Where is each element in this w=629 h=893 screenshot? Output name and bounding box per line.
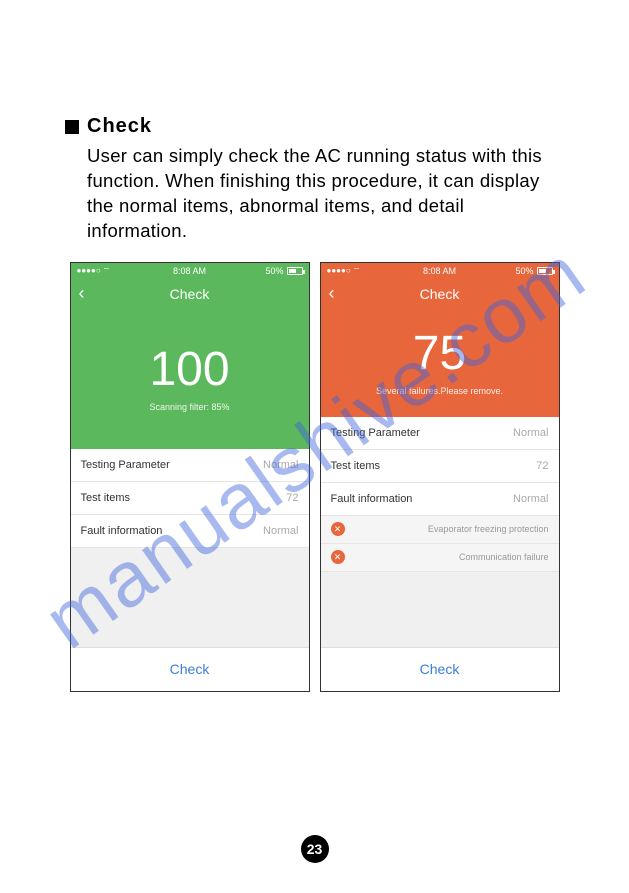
status-bar: ●●●●○ ⌔ 8:08 AM 50% bbox=[321, 263, 559, 279]
phone-screenshots: ●●●●○ ⌔ 8:08 AM 50% ‹ Check 100 Scanning… bbox=[65, 262, 564, 692]
description-text: User can simply check the AC running sta… bbox=[87, 144, 564, 244]
fault-item[interactable]: ✕ Evaporator freezing protection bbox=[321, 516, 559, 544]
row-value: 72 bbox=[286, 492, 298, 504]
hero-subtitle: Scanning filter: 85% bbox=[149, 402, 229, 412]
row-value: 72 bbox=[536, 460, 548, 472]
back-icon[interactable]: ‹ bbox=[79, 283, 85, 304]
battery-icon bbox=[287, 267, 303, 275]
check-button[interactable]: Check bbox=[321, 647, 559, 691]
fault-text: Evaporator freezing protection bbox=[353, 524, 549, 534]
list-item[interactable]: Fault information Normal bbox=[71, 515, 309, 548]
row-value: Normal bbox=[513, 493, 548, 505]
check-button[interactable]: Check bbox=[71, 647, 309, 691]
hero-section: 75 Several failures.Please remove. bbox=[321, 309, 559, 417]
row-label: Testing Parameter bbox=[331, 427, 420, 439]
nav-bar: ‹ Check bbox=[71, 279, 309, 309]
status-bar: ●●●●○ ⌔ 8:08 AM 50% bbox=[71, 263, 309, 279]
page-number: 23 bbox=[301, 835, 329, 863]
back-icon[interactable]: ‹ bbox=[329, 283, 335, 304]
row-label: Fault information bbox=[331, 493, 413, 505]
fault-text: Communication failure bbox=[353, 552, 549, 562]
row-value: Normal bbox=[263, 459, 298, 471]
row-label: Fault information bbox=[81, 525, 163, 537]
wrench-icon: ✕ bbox=[331, 522, 345, 536]
page-content: Check User can simply check the AC runni… bbox=[0, 0, 629, 692]
status-time: 8:08 AM bbox=[173, 266, 206, 276]
fault-item[interactable]: ✕ Communication failure bbox=[321, 544, 559, 572]
list-item[interactable]: Testing Parameter Normal bbox=[321, 417, 559, 450]
result-list: Testing Parameter Normal Test items 72 F… bbox=[321, 417, 559, 516]
row-value: Normal bbox=[263, 525, 298, 537]
bullet-icon bbox=[65, 120, 79, 134]
wifi-icon: ⌔ bbox=[353, 266, 361, 276]
row-label: Testing Parameter bbox=[81, 459, 170, 471]
battery-icon bbox=[537, 267, 553, 275]
status-battery: 50% bbox=[515, 266, 552, 276]
hero-score: 100 bbox=[149, 346, 229, 394]
heading-text: Check bbox=[87, 115, 152, 138]
row-value: Normal bbox=[513, 427, 548, 439]
wrench-icon: ✕ bbox=[331, 550, 345, 564]
row-label: Test items bbox=[81, 492, 131, 504]
status-signal: ●●●●○ ⌔ bbox=[77, 266, 111, 276]
list-item[interactable]: Testing Parameter Normal bbox=[71, 449, 309, 482]
hero-subtitle: Several failures.Please remove. bbox=[376, 386, 503, 396]
list-item[interactable]: Test items 72 bbox=[71, 482, 309, 515]
phone-left: ●●●●○ ⌔ 8:08 AM 50% ‹ Check 100 Scanning… bbox=[70, 262, 310, 692]
status-battery: 50% bbox=[265, 266, 302, 276]
nav-bar: ‹ Check bbox=[321, 279, 559, 309]
list-item[interactable]: Fault information Normal bbox=[321, 483, 559, 516]
hero-section: 100 Scanning filter: 85% bbox=[71, 309, 309, 449]
wifi-icon: ⌔ bbox=[103, 266, 111, 276]
spacer bbox=[71, 548, 309, 647]
status-signal: ●●●●○ ⌔ bbox=[327, 266, 361, 276]
section-heading: Check bbox=[65, 115, 564, 138]
phone-right: ●●●●○ ⌔ 8:08 AM 50% ‹ Check 75 Several f… bbox=[320, 262, 560, 692]
status-time: 8:08 AM bbox=[423, 266, 456, 276]
nav-title: Check bbox=[420, 286, 460, 302]
nav-title: Check bbox=[170, 286, 210, 302]
row-label: Test items bbox=[331, 460, 381, 472]
spacer bbox=[321, 572, 559, 647]
result-list: Testing Parameter Normal Test items 72 F… bbox=[71, 449, 309, 548]
list-item[interactable]: Test items 72 bbox=[321, 450, 559, 483]
hero-score: 75 bbox=[413, 330, 466, 378]
fault-list: ✕ Evaporator freezing protection ✕ Commu… bbox=[321, 516, 559, 572]
